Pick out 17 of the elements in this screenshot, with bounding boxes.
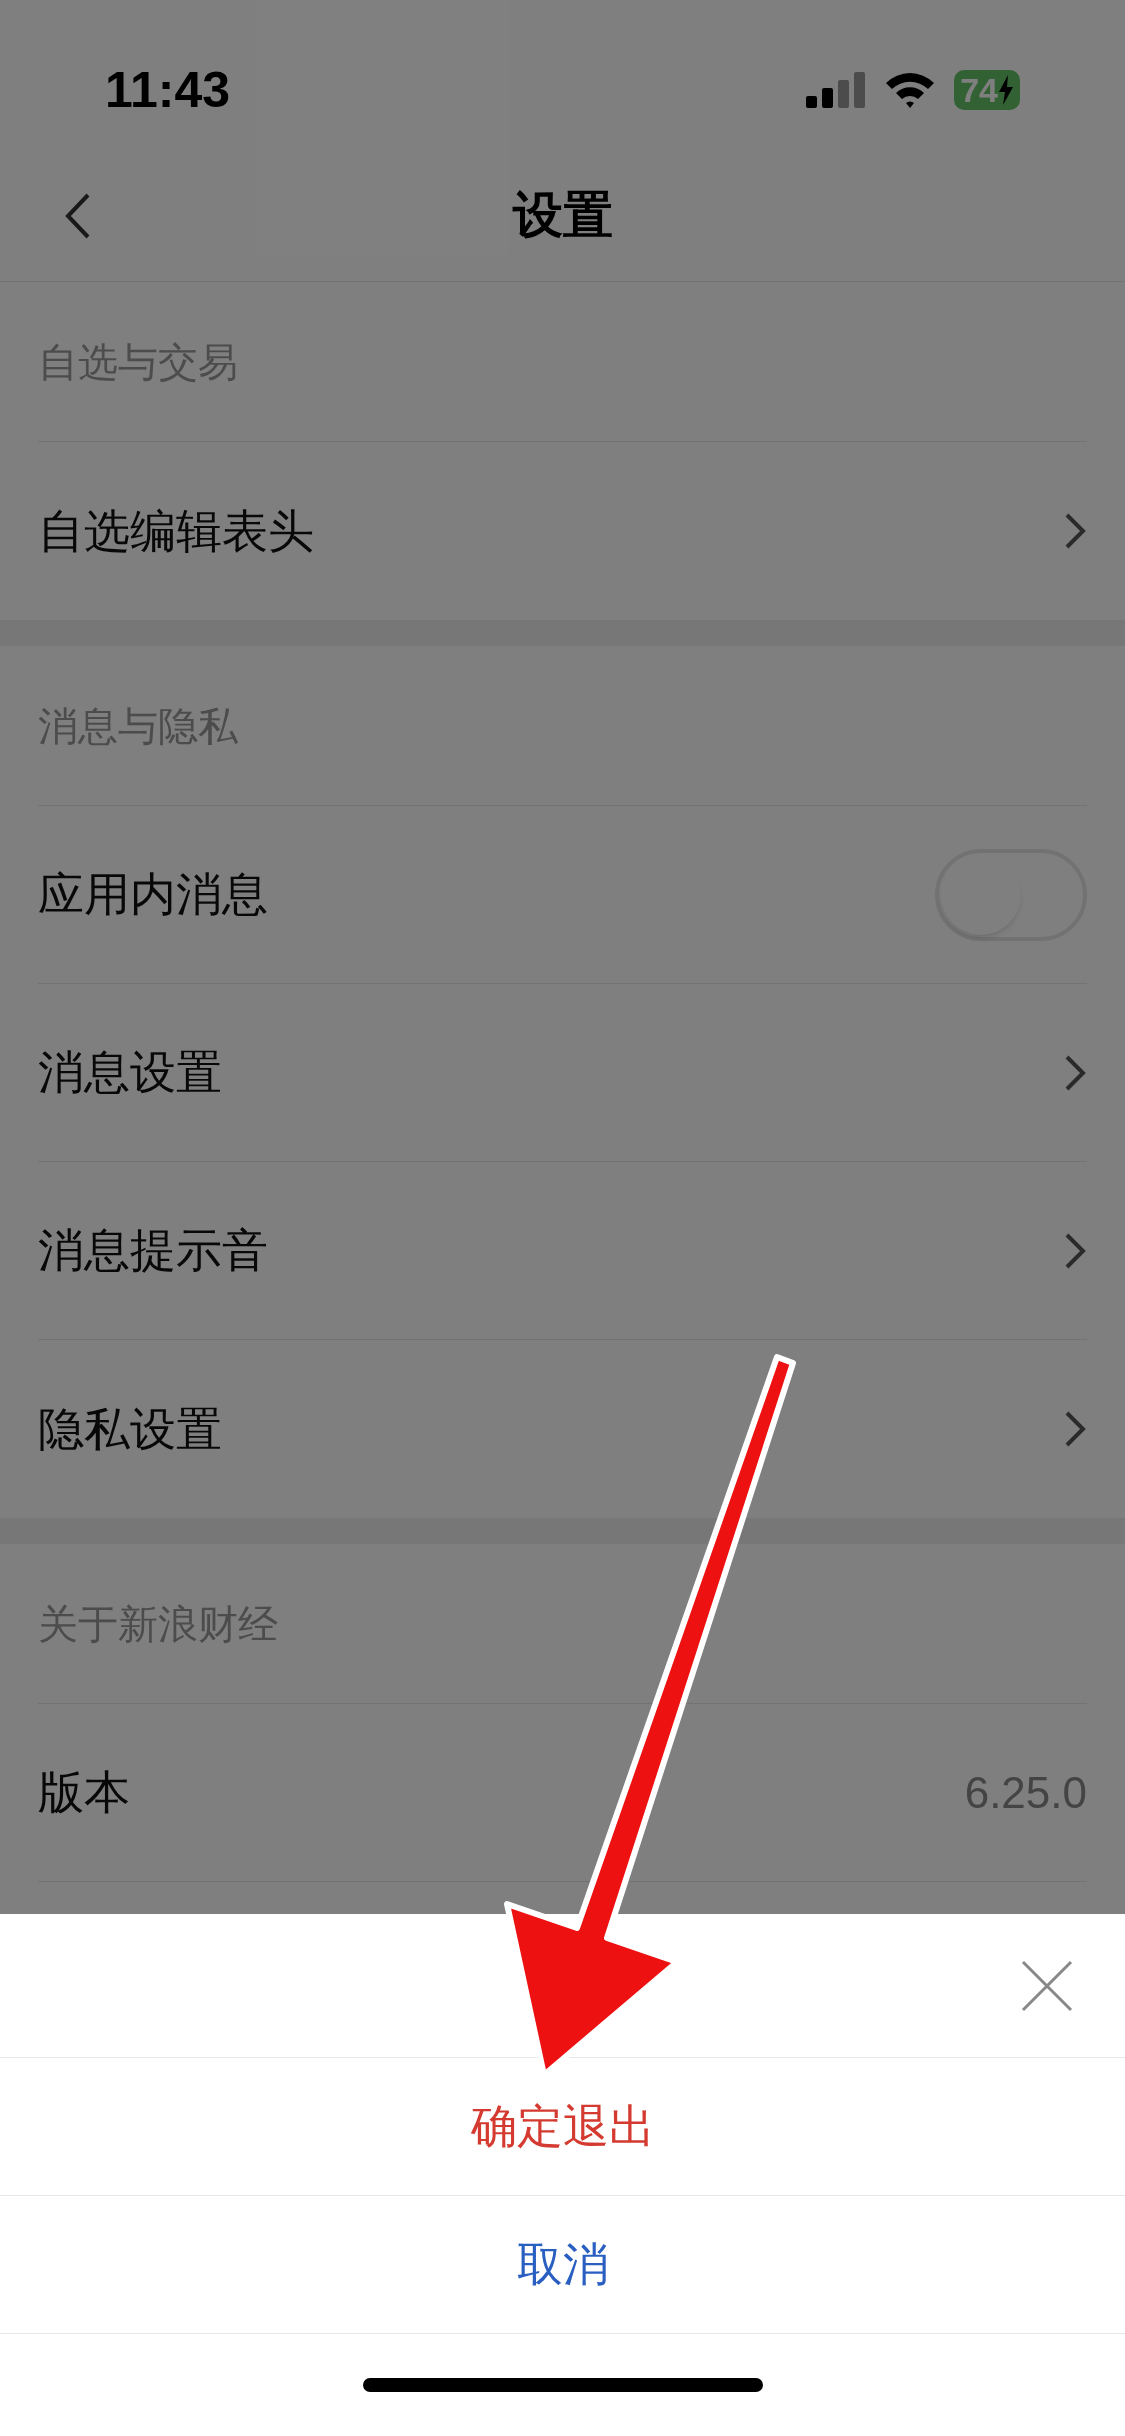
- cancel-button[interactable]: 取消: [0, 2196, 1125, 2334]
- wifi-icon: [884, 71, 937, 109]
- chevron-right-icon: [1063, 1409, 1087, 1449]
- charging-bolt-icon: [998, 75, 1014, 105]
- row-label: 消息提示音: [38, 1223, 268, 1278]
- signal-icon: [806, 72, 867, 108]
- chevron-right-icon: [1063, 511, 1087, 551]
- row-label: 隐私设置: [38, 1401, 222, 1457]
- page-title: 设置: [512, 186, 613, 245]
- close-icon[interactable]: [1021, 1959, 1073, 2012]
- row-label: 自选编辑表头: [38, 503, 314, 559]
- version-value: 6.25.0: [964, 1766, 1087, 1819]
- row-label: 版本: [38, 1765, 130, 1820]
- status-time: 11:43: [105, 60, 231, 120]
- row-label: 消息设置: [38, 1045, 222, 1100]
- battery-level: 74: [960, 73, 998, 107]
- row-label: 应用内消息: [38, 867, 268, 922]
